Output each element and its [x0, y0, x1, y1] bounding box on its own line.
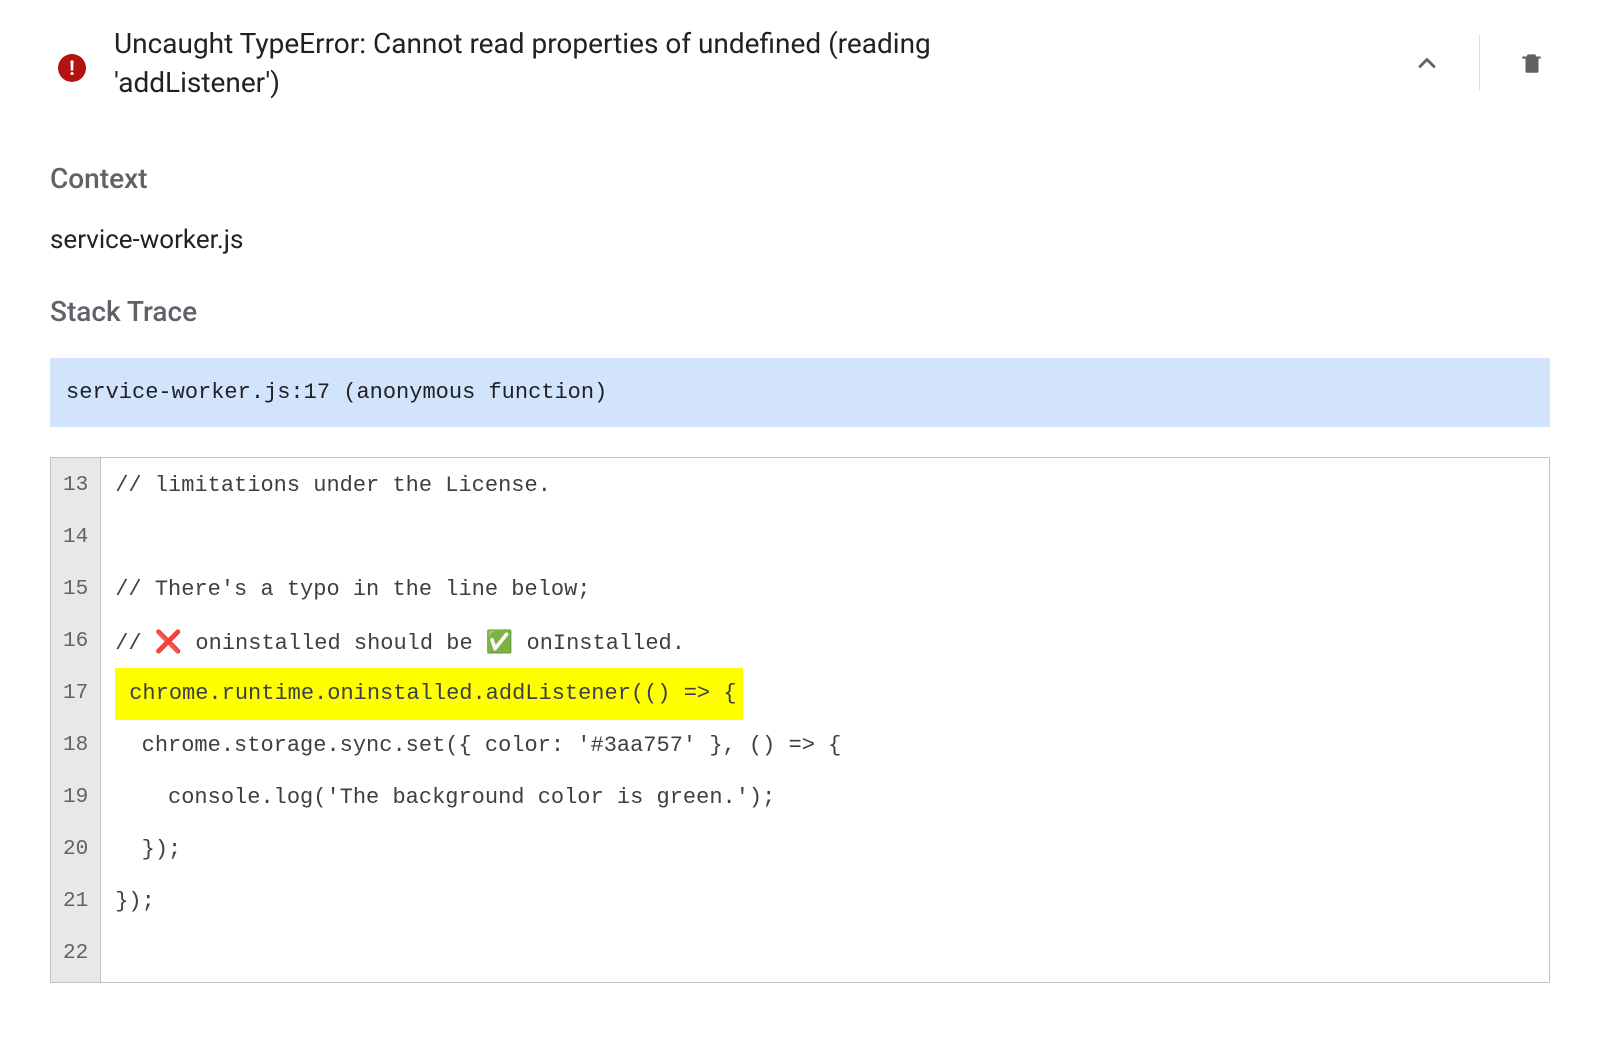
line-number: 14 [51, 512, 100, 564]
error-icon: ! [58, 54, 86, 82]
code-line: // limitations under the License. [101, 460, 1549, 512]
code-line [101, 928, 1549, 980]
stack-frame[interactable]: service-worker.js:17 (anonymous function… [50, 358, 1550, 427]
chevron-up-icon [1413, 49, 1441, 77]
delete-button[interactable] [1504, 35, 1560, 91]
line-number: 21 [51, 876, 100, 928]
error-title: Uncaught TypeError: Cannot read properti… [114, 24, 994, 102]
line-number: 16 [51, 616, 100, 668]
context-value: service-worker.js [50, 225, 1550, 255]
stacktrace-heading: Stack Trace [50, 295, 1550, 328]
code-line-highlighted: chrome.runtime.oninstalled.addListener((… [101, 668, 1549, 720]
header-actions [1399, 35, 1560, 91]
trash-icon [1519, 50, 1545, 76]
line-number: 20 [51, 824, 100, 876]
collapse-button[interactable] [1399, 35, 1455, 91]
code-line: chrome.storage.sync.set({ color: '#3aa75… [101, 720, 1549, 772]
code-lines: // limitations under the License. // Ther… [101, 458, 1549, 982]
code-viewer: 13141516171819202122 // limitations unde… [50, 457, 1550, 983]
context-heading: Context [50, 162, 1550, 195]
divider [1479, 35, 1480, 91]
line-number: 15 [51, 564, 100, 616]
line-number: 13 [51, 460, 100, 512]
code-line: // There's a typo in the line below; [101, 564, 1549, 616]
code-line: }); [101, 876, 1549, 928]
line-number: 17 [51, 668, 100, 720]
error-header: ! Uncaught TypeError: Cannot read proper… [0, 0, 1600, 122]
code-line: console.log('The background color is gre… [101, 772, 1549, 824]
line-number: 18 [51, 720, 100, 772]
code-line: // ❌ oninstalled should be ✅ onInstalled… [101, 616, 1549, 668]
line-number: 22 [51, 928, 100, 980]
line-number: 19 [51, 772, 100, 824]
code-line: }); [101, 824, 1549, 876]
code-line-numbers: 13141516171819202122 [51, 458, 101, 982]
code-line [101, 512, 1549, 564]
